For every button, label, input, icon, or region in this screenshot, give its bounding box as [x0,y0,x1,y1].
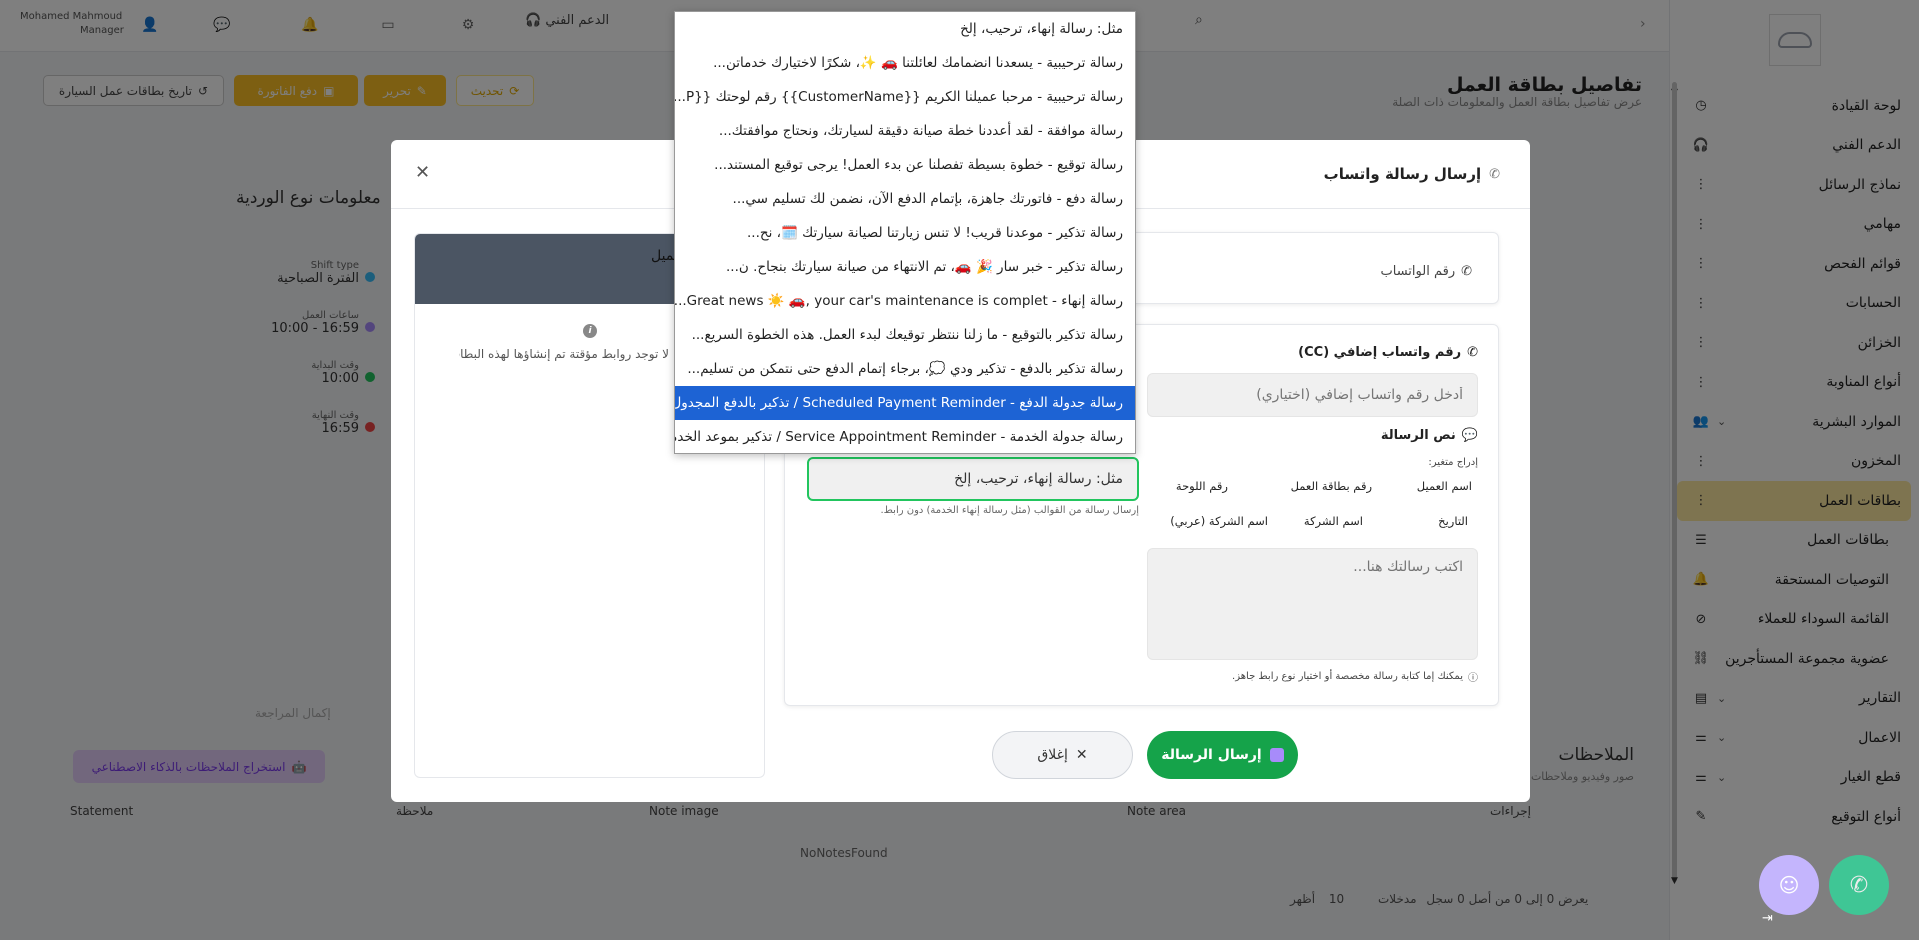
cc-label: ✆ رقم واتساب إضافي (CC) [1298,345,1478,360]
template-hint: إرسال رسالة من القوالب (مثل رسالة إنهاء … [880,505,1139,516]
dropdown-option[interactable]: رسالة دفع - فاتورتك جاهزة، بإتمام الدفع … [675,182,1135,216]
whatsapp-icon: ✆ [1849,872,1869,898]
dropdown-option[interactable]: رسالة إنهاء - Great news ☀️ 🚗, your car'… [675,284,1135,318]
cc-input[interactable] [1147,373,1478,417]
message-hint: ⓘ يمكنك إما كتابة رسالة مخصصة أو اختيار … [1232,671,1478,684]
message-label: 💬 نص الرسالة [1380,428,1478,443]
dropdown-option[interactable]: رسالة تذكير بالدفع - تذكير ودي 💭، برجاء … [675,352,1135,386]
variable-label: إدراج متغير: [1428,457,1478,468]
dropdown-option[interactable]: رسالة جدولة الدفع - Scheduled Payment Re… [675,386,1135,420]
phone-icon: ✆ [1461,264,1472,279]
dropdown-option[interactable]: رسالة تذكير - موعدنا قريب! لا تنس زيارتن… [675,216,1135,250]
whatsapp-icon: ✆ [1489,166,1500,182]
close-icon[interactable]: ✕ [415,162,430,183]
var-company-name-ar[interactable]: اسم الشركة (عربي) [1170,507,1268,535]
whatsapp-fab[interactable]: ✆ [1829,855,1889,915]
chatbot-button[interactable]: ☺ [1759,855,1819,915]
close-button[interactable]: ✕ إغلاق [992,731,1133,779]
var-customer-name[interactable]: اسم العميل [1417,472,1472,500]
var-company-name[interactable]: اسم الشركة [1304,507,1363,535]
dropdown-option[interactable]: رسالة ترحيبية - مرحبا عميلنا الكريم {{Cu… [675,80,1135,114]
var-job-card-number[interactable]: رقم بطاقة العمل [1291,472,1372,500]
x-icon: ✕ [1075,747,1088,763]
var-date[interactable]: التاريخ [1438,507,1468,535]
dropdown-option[interactable]: رسالة توقيع - خطوة بسيطة تفصلنا عن بدء ا… [675,148,1135,182]
info-icon: ⓘ [1468,673,1478,684]
info-icon: i [583,324,597,338]
dropdown-option[interactable]: رسالة جدولة الخدمة - Service Appointment… [675,420,1135,454]
template-dropdown: مثل: رسالة إنهاء، ترحيب، إلخ رسالة ترحيبي… [674,11,1136,454]
phone-icon: ✆ [1467,345,1478,360]
var-plate-number[interactable]: رقم اللوحة [1176,472,1228,500]
comment-icon: 💬 [1461,428,1478,443]
dropdown-option[interactable]: مثل: رسالة إنهاء، ترحيب، إلخ [675,12,1135,46]
phone-label: ✆ رقم الواتساب [1380,264,1473,279]
send-message-button[interactable]: إرسال الرسالة [1147,731,1298,779]
modal-title: ✆ إرسال رسالة واتساب [1323,165,1500,183]
logout-icon[interactable]: ⇥ [1762,911,1773,926]
send-icon [1269,748,1284,762]
robot-icon: ☺ [1778,873,1800,897]
preview-info: لا توجد روابط مؤقتة تم إنشاؤها لهذه البط… [459,347,669,361]
dropdown-option[interactable]: رسالة موافقة - لقد أعددنا خطة صيانة دقيق… [675,114,1135,148]
dropdown-option[interactable]: رسالة تذكير بالتوقيع - ما زلنا ننتظر توق… [675,318,1135,352]
template-select[interactable]: مثل: رسالة إنهاء، ترحيب، إلخ [807,457,1139,501]
dropdown-option[interactable]: رسالة تذكير - خبر سار 🎉 🚗، تم الانتهاء م… [675,250,1135,284]
message-textarea[interactable] [1147,548,1478,660]
dropdown-option[interactable]: رسالة ترحيبية - يسعدنا انضمامك لعائلتنا … [675,46,1135,80]
